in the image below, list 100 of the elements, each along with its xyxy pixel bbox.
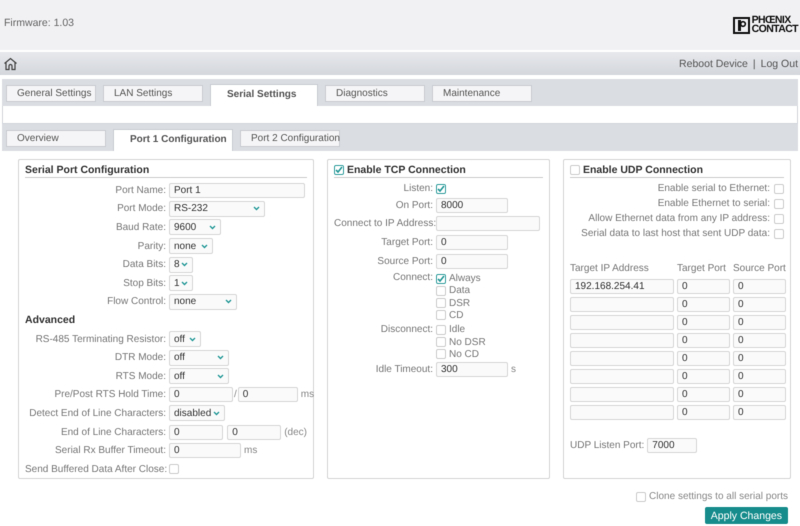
field-label: Port Mode:	[116, 203, 167, 214]
ip-address-field[interactable]	[570, 405, 674, 420]
dropdown[interactable]: RS-232	[169, 200, 265, 217]
checkbox[interactable]	[169, 464, 179, 474]
column-header: Target Port	[677, 263, 727, 276]
target-port-field[interactable]: 0	[677, 279, 730, 294]
input-field[interactable]: 0	[238, 387, 298, 402]
tab[interactable]: Serial Settings	[210, 84, 318, 106]
dropdown[interactable]: 1	[169, 275, 193, 292]
source-port-field[interactable]: 0	[733, 405, 786, 420]
panel-title: Serial Port Configuration	[25, 164, 150, 176]
source-port-field[interactable]: 0	[733, 387, 786, 402]
checkbox[interactable]	[436, 184, 446, 194]
section-heading: Advanced	[25, 314, 76, 326]
target-port-field[interactable]: 0	[677, 351, 730, 366]
target-port-field[interactable]: 0	[677, 297, 730, 312]
input-field[interactable]: 0	[169, 424, 223, 440]
option-label: Idle	[449, 324, 466, 336]
source-port-field[interactable]: 0	[733, 315, 786, 330]
input-field[interactable]: 0	[436, 254, 508, 269]
input-field[interactable]: 0	[436, 234, 508, 250]
target-port-field[interactable]: 0	[677, 315, 730, 330]
tab[interactable]: Overview	[6, 130, 106, 147]
apply-button[interactable]: Apply Changes	[704, 507, 788, 524]
checkbox[interactable]	[774, 214, 784, 224]
checkbox[interactable]	[436, 274, 446, 284]
source-port-field[interactable]: 0	[733, 351, 786, 366]
logout-link[interactable]: Log Out	[760, 58, 798, 70]
source-port-field[interactable]: 0	[733, 297, 786, 312]
field-label: Source Port:	[376, 256, 434, 267]
checkbox[interactable]	[436, 324, 446, 335]
field-label: Disconnect:	[380, 324, 434, 335]
caret-icon	[181, 262, 188, 268]
field-label: Connect:	[392, 272, 434, 284]
field-label: Detect End of Line Characters:	[28, 408, 167, 419]
checkbox[interactable]	[334, 165, 344, 175]
tab[interactable]: Diagnostics	[325, 85, 425, 102]
checkbox[interactable]	[436, 286, 446, 296]
dropdown[interactable]: off	[169, 331, 201, 348]
tab[interactable]: LAN Settings	[103, 85, 203, 102]
reboot-link[interactable]: Reboot Device	[679, 58, 748, 70]
tab[interactable]: General Settings	[6, 85, 96, 102]
option-label: Serial data to last host that sent UDP data:	[581, 228, 770, 239]
tab[interactable]: Port 1 Configuration	[113, 129, 233, 151]
dropdown[interactable]: none	[169, 294, 237, 310]
dropdown[interactable]: disabled	[169, 405, 225, 422]
dropdown[interactable]: none	[169, 238, 213, 254]
checkbox[interactable]	[774, 198, 784, 208]
dropdown[interactable]: off	[169, 368, 229, 384]
source-port-field[interactable]: 0	[733, 369, 786, 384]
column-header: Source Port	[733, 263, 786, 276]
checkbox[interactable]	[774, 228, 784, 238]
caret-icon	[189, 336, 196, 342]
ip-address-field[interactable]	[570, 333, 674, 348]
dropdown[interactable]: 9600	[169, 219, 221, 236]
option-label: DSR	[449, 298, 470, 309]
option-label: No CD	[449, 348, 480, 360]
input-field[interactable]: 300	[436, 362, 508, 378]
ip-address-field[interactable]	[570, 297, 674, 312]
caret-icon	[217, 355, 224, 360]
target-port-field[interactable]: 0	[677, 333, 730, 348]
ip-address-field[interactable]	[570, 369, 674, 384]
caret-icon	[181, 280, 188, 286]
input-field[interactable]: 0	[169, 443, 241, 458]
checkbox[interactable]	[436, 298, 446, 308]
option-label: No DSR	[449, 336, 486, 348]
field-label: Pre/Post RTS Hold Time:	[53, 389, 167, 400]
input-field[interactable]: 0	[227, 424, 282, 440]
field-label: Connect to IP Address:	[334, 218, 436, 230]
source-port-field[interactable]: 0	[733, 279, 786, 294]
tab[interactable]: Port 2 Configuration	[240, 130, 340, 147]
input-field[interactable]: 7000	[647, 438, 698, 453]
target-port-field[interactable]: 0	[677, 369, 730, 384]
dropdown[interactable]: off	[169, 350, 229, 366]
input-field[interactable]: 8000	[436, 198, 508, 213]
column-header: Target IP Address	[570, 263, 650, 276]
source-port-field[interactable]: 0	[733, 333, 786, 348]
checkbox[interactable]	[570, 165, 580, 175]
checkbox[interactable]	[436, 310, 446, 320]
unit-label: ms	[244, 445, 258, 456]
ip-address-field[interactable]	[570, 315, 674, 330]
home-icon[interactable]	[3, 56, 18, 70]
ip-address-field[interactable]	[570, 387, 674, 402]
target-port-field[interactable]: 0	[677, 405, 730, 420]
dropdown[interactable]: 8	[169, 256, 193, 273]
field-label: UDP Listen Port:	[570, 440, 644, 451]
target-port-field[interactable]: 0	[677, 387, 730, 402]
input-field[interactable]	[436, 216, 540, 232]
ip-address-field[interactable]	[570, 351, 674, 366]
input-field[interactable]: Port 1	[169, 182, 305, 198]
ip-address-field[interactable]: 192.168.254.41	[570, 279, 674, 294]
field-label: Send Buffered Data After Close:	[25, 464, 168, 475]
checkbox[interactable]	[436, 337, 446, 347]
field-label: Parity:	[136, 240, 167, 252]
checkbox[interactable]	[774, 184, 784, 194]
caret-icon	[217, 374, 224, 379]
input-field[interactable]: 0	[169, 387, 233, 402]
checkbox[interactable]	[436, 349, 446, 360]
tab[interactable]: Maintenance	[432, 85, 532, 102]
checkbox[interactable]	[636, 492, 646, 502]
